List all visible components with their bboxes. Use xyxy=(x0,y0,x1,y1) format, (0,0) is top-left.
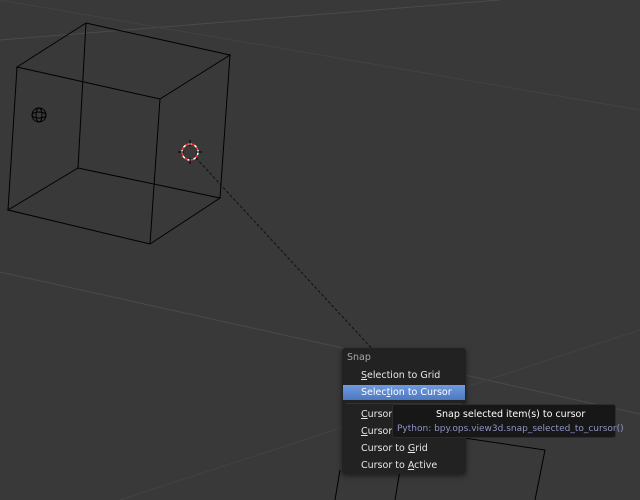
cube-wireframe[interactable] xyxy=(6,22,232,245)
menu-item-label: ion to Cursor xyxy=(390,387,452,398)
menu-item-label: Selec xyxy=(361,387,387,398)
menu-item-mnemonic: C xyxy=(361,409,368,420)
menu-item-label: ursor xyxy=(367,426,393,437)
menu-item-label: ctive xyxy=(414,460,438,471)
menu-item-label: ursor xyxy=(367,409,393,420)
menu-item-label: election to Grid xyxy=(367,370,441,381)
grid-line xyxy=(0,0,640,111)
menu-item-cursor-to-grid[interactable]: Cursor to Grid xyxy=(343,441,465,456)
menu-item-cursor-to-active[interactable]: Cursor to Active xyxy=(343,458,465,473)
tooltip-description: Snap selected item(s) to cursor xyxy=(436,409,586,420)
tooltip-python-path: Python: bpy.ops.view3d.snap_selected_to_… xyxy=(397,424,624,434)
relationship-line xyxy=(195,157,376,353)
menu-item-label: Cursor to xyxy=(361,443,408,454)
grid-line xyxy=(0,0,501,41)
menu-item-label: Cursor to xyxy=(361,460,408,471)
grid-line xyxy=(0,271,640,415)
menu-item-selection-to-cursor[interactable]: Selection to Cursor xyxy=(343,385,465,400)
menu-item-label: rid xyxy=(415,443,428,454)
empty-object-icon[interactable] xyxy=(31,107,47,123)
menu-title: Snap xyxy=(347,352,371,363)
menu-item-selection-to-grid[interactable]: Selection to Grid xyxy=(343,368,465,383)
3d-cursor-icon[interactable] xyxy=(178,140,202,164)
operator-tooltip: Snap selected item(s) to cursor Python: … xyxy=(392,404,624,438)
menu-item-mnemonic: C xyxy=(361,426,368,437)
